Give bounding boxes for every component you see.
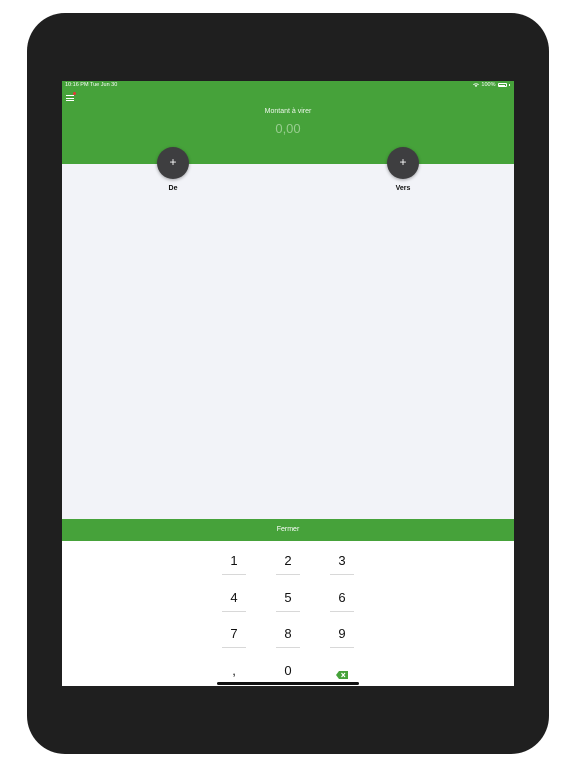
menu-line (66, 100, 74, 102)
app-screen: 10:16 PM Tue Jun 30 100% Montant à virer… (62, 81, 514, 686)
notification-dot (73, 92, 76, 95)
status-indicators: 100% (473, 82, 510, 88)
add-to-account-button[interactable]: + (387, 147, 419, 179)
header: 10:16 PM Tue Jun 30 100% Montant à virer… (62, 81, 514, 164)
close-button[interactable]: Fermer (62, 519, 514, 541)
amount-label: Montant à virer (264, 108, 312, 115)
key-9[interactable]: 9 (330, 624, 354, 648)
menu-line (66, 97, 74, 99)
key-3[interactable]: 3 (330, 551, 354, 575)
to-account-label: Vers (395, 185, 411, 192)
add-from-account-button[interactable]: + (157, 147, 189, 179)
key-1[interactable]: 1 (222, 551, 246, 575)
key-5[interactable]: 5 (276, 588, 300, 612)
key-7[interactable]: 7 (222, 624, 246, 648)
key-6[interactable]: 6 (330, 588, 354, 612)
from-account-label: De (168, 185, 178, 192)
amount-input[interactable]: 0,00 (62, 121, 514, 136)
hamburger-menu-icon[interactable] (66, 92, 76, 102)
home-indicator (217, 682, 359, 685)
status-time: 10:16 PM Tue Jun 30 (65, 82, 118, 88)
battery-icon (497, 83, 507, 87)
battery-tip (509, 84, 510, 86)
key-2[interactable]: 2 (276, 551, 300, 575)
battery-percent: 100% (481, 82, 496, 88)
numeric-keypad: 1 2 3 4 5 6 7 8 9 , 0 (62, 541, 514, 686)
wifi-icon (473, 83, 480, 87)
status-bar: 10:16 PM Tue Jun 30 100% (62, 81, 514, 91)
key-8[interactable]: 8 (276, 624, 300, 648)
key-4[interactable]: 4 (222, 588, 246, 612)
menu-line (66, 95, 74, 97)
